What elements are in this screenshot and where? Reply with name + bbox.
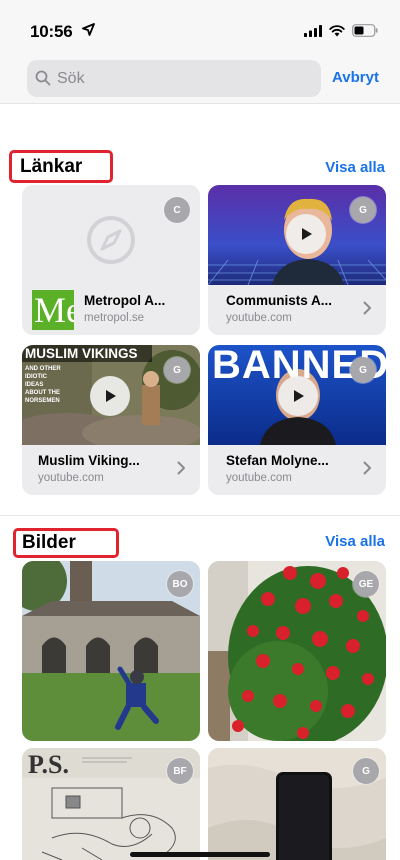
search-bar: Avbryt [0,52,400,104]
sender-avatar: G [164,357,190,383]
link-thumbnail: BANNED G [208,345,386,445]
sender-avatar: C [164,197,190,223]
link-title: Communists A... [226,293,333,308]
photo-thumbnail[interactable]: BO [22,561,200,741]
link-domain: metropol.se [84,312,145,324]
status-time: 10:56 [30,22,73,41]
sender-avatar: G [353,758,379,784]
cancel-button[interactable]: Avbryt [332,69,379,86]
thumbnail-subtitle-line: AND OTHER [25,366,61,372]
photos-see-all-link[interactable]: Visa alla [325,533,385,550]
thumbnail-subtitle-line: NORSEMEN [25,398,60,404]
link-thumbnail: C [22,185,200,285]
home-indicator [130,852,270,857]
thumbnail-title: MUSLIM VIKINGS [25,346,138,361]
play-icon [302,228,312,240]
chevron-right-icon [363,301,371,315]
chevron-right-icon [177,461,185,475]
thumbnail-subtitle-line: IDEAS [25,382,44,388]
link-domain: youtube.com [226,472,292,484]
links-section-title: Länkar [20,156,83,177]
link-card[interactable]: G Communists A... youtube.com [208,185,386,335]
thumbnail-subtitle: AND OTHER IDIOTIC IDEAS ABOUT THE NORSEM… [25,365,61,405]
photos-section-header: Bilder Visa alla [0,524,400,560]
link-domain: youtube.com [38,472,104,484]
compass-icon [87,216,135,264]
play-button[interactable] [90,376,130,416]
link-title: Muslim Viking... [38,453,140,468]
sender-avatar: BF [167,758,193,784]
play-icon [294,390,304,402]
photo-thumbnail[interactable]: P.S. BF [22,748,200,860]
link-title: Stefan Molyne... [226,453,329,468]
photo-thumbnail[interactable]: GE [208,561,386,741]
photo-caption-text: P.S. [28,750,69,779]
play-button[interactable] [286,214,326,254]
battery-icon [352,24,378,37]
link-thumbnail: G [208,185,386,285]
link-card[interactable]: C Me Metropol A... metropol.se [22,185,200,335]
sender-avatar: G [350,357,376,383]
section-divider [0,515,400,516]
search-field[interactable] [27,60,321,97]
search-icon [35,70,51,86]
chevron-right-icon [363,461,371,475]
thumbnail-subtitle-line: IDIOTIC [25,374,47,380]
status-bar: 10:56 [0,0,400,52]
play-button[interactable] [278,376,318,416]
links-section-header: Länkar Visa alla [0,150,400,186]
link-card[interactable]: MUSLIM VIKINGS AND OTHER IDIOTIC IDEAS A… [22,345,200,495]
sender-avatar: G [350,197,376,223]
link-info: Muslim Viking... youtube.com [22,445,200,495]
link-card[interactable]: BANNED G Stefan Molyne... youtube.com [208,345,386,495]
link-title: Metropol A... [84,293,166,308]
link-domain: youtube.com [226,312,292,324]
play-icon [106,390,116,402]
link-thumbnail: MUSLIM VIKINGS AND OTHER IDIOTIC IDEAS A… [22,345,200,445]
sender-avatar: BO [167,571,193,597]
site-logo-text: Me [34,290,74,330]
link-info: Communists A... youtube.com [208,285,386,335]
photos-section-title: Bilder [22,532,76,553]
photo-thumbnail[interactable]: G [208,748,386,860]
wifi-icon [329,24,345,36]
search-input[interactable] [57,60,307,97]
signal-icon [304,24,322,37]
sender-avatar: GE [353,571,379,597]
links-see-all-link[interactable]: Visa alla [325,159,385,176]
site-logo: Me [32,290,74,330]
link-info: Stefan Molyne... youtube.com [208,445,386,495]
thumbnail-subtitle-line: ABOUT THE [25,390,60,396]
link-info: Me Metropol A... metropol.se [22,285,200,335]
location-arrow-icon [82,23,95,36]
